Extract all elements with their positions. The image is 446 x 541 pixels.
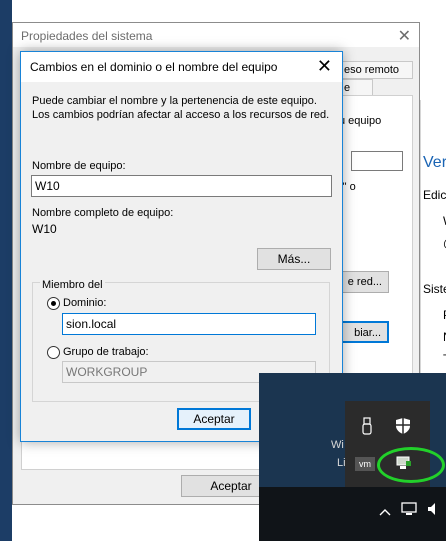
speaker-icon[interactable] xyxy=(423,501,443,521)
highlight-circle xyxy=(377,447,445,483)
full-name-label: Nombre completo de equipo: xyxy=(32,207,174,219)
monitor-icon[interactable] xyxy=(399,501,419,521)
workgroup-label: Grupo de trabajo: xyxy=(63,346,149,358)
taskbar-tray-overlay: Wi Li vm xyxy=(259,373,446,541)
member-of-label: Miembro del xyxy=(40,279,105,291)
more-button[interactable]: Más... xyxy=(257,248,331,270)
edition-label: Edici xyxy=(423,188,446,202)
workgroup-radio[interactable] xyxy=(47,346,60,359)
props-close-icon[interactable]: ✕ xyxy=(398,26,411,46)
dialog-title: Cambios en el dominio o el nombre del eq… xyxy=(30,60,278,74)
dialog-close-icon[interactable]: ✕ xyxy=(317,56,332,77)
chevron-up-icon[interactable] xyxy=(375,501,395,521)
computer-name-label: Nombre de equipo: xyxy=(32,160,126,172)
watermark-line1: Wi xyxy=(331,439,344,451)
full-name-value: W10 xyxy=(32,222,57,236)
change-button[interactable]: biar... xyxy=(335,321,389,343)
props-snippet-equipo: u equipo xyxy=(339,115,382,127)
domain-radio[interactable] xyxy=(47,297,60,310)
system-section-label: Siste xyxy=(423,282,446,296)
tab-remote[interactable]: eso remoto xyxy=(337,61,413,79)
dialog-accept-button[interactable]: Aceptar xyxy=(177,408,251,430)
computer-name-input[interactable] xyxy=(31,175,332,197)
domain-input[interactable] xyxy=(62,313,316,335)
usb-icon[interactable] xyxy=(357,417,377,437)
network-id-button[interactable]: e red... xyxy=(335,271,389,293)
dialog-titlebar: Cambios en el dominio o el nombre del eq… xyxy=(21,52,342,82)
taskbar xyxy=(259,487,446,541)
shield-icon[interactable] xyxy=(393,417,413,437)
dialog-description: Puede cambiar el nombre y la pertenencia… xyxy=(32,95,330,121)
props-titlebar: Propiedades del sistema ✕ xyxy=(13,23,419,47)
system-heading: Ver xyxy=(423,154,446,171)
vmware-icon[interactable]: vm xyxy=(355,457,375,471)
props-description-field[interactable] xyxy=(351,151,403,171)
domain-label: Dominio: xyxy=(63,297,107,309)
props-title: Propiedades del sistema xyxy=(21,29,153,43)
desktop-background xyxy=(0,0,12,541)
